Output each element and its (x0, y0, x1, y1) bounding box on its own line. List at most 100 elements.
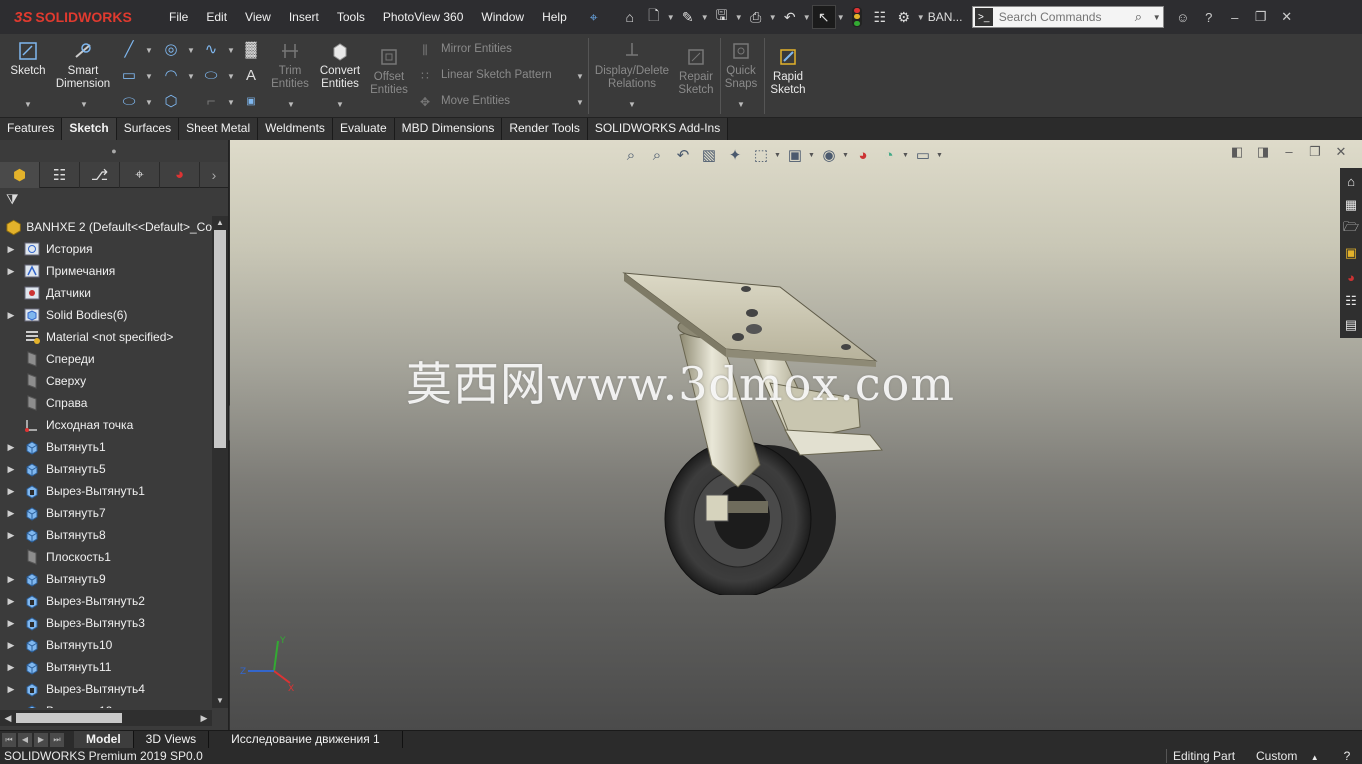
slot-icon[interactable]: ⬭ (118, 92, 140, 112)
menu-window[interactable]: Window (472, 0, 533, 34)
search-options-caret-icon[interactable]: ▼ (1153, 13, 1163, 22)
tree-item[interactable]: ▶ Вырез-Вытянуть3 (0, 612, 212, 634)
scroll-down-icon[interactable]: ▼ (212, 694, 228, 708)
new-caret-icon[interactable]: ▼ (666, 13, 676, 22)
tree-item[interactable]: ▶ Вытянуть7 (0, 502, 212, 524)
units-system-selector[interactable]: Custom ▲ (1242, 749, 1332, 763)
tree-item[interactable]: Плоскость1 (0, 546, 212, 568)
undo-caret-icon[interactable]: ▼ (802, 13, 812, 22)
caster-wheel-model[interactable] (620, 265, 910, 595)
hscroll-thumb[interactable] (16, 713, 122, 723)
menu-photoview[interactable]: PhotoView 360 (374, 0, 473, 34)
menu-file[interactable]: File (160, 0, 197, 34)
expand-arrow-icon[interactable]: ▶ (0, 684, 22, 695)
menu-insert[interactable]: Insert (280, 0, 328, 34)
zoom-to-area-icon[interactable]: ⌕ (644, 144, 670, 166)
hide-show-caret-icon[interactable]: ▼ (842, 152, 850, 159)
tree-vertical-scrollbar[interactable]: ▲ ▼ (212, 216, 228, 708)
tab-addins[interactable]: SOLIDWORKS Add-Ins (587, 118, 729, 140)
tree-item[interactable]: ▶ Вытянуть8 (0, 524, 212, 546)
tree-item[interactable]: Material <not specified> (0, 326, 212, 348)
custom-properties-icon[interactable]: ☷ (1341, 290, 1361, 312)
restore-icon[interactable]: ❐ (1248, 9, 1274, 25)
tab-render-tools[interactable]: Render Tools (502, 118, 588, 140)
ellipse-icon[interactable]: ⬭ (200, 66, 222, 86)
dimxpert-manager-tab-icon[interactable]: ⌖ (120, 161, 160, 188)
quick-snaps-button[interactable]: Quick Snaps (722, 40, 760, 91)
solidworks-logo[interactable]: 3S SOLIDWORKS (0, 0, 160, 34)
tree-item[interactable]: ▶ Вырез-Вытянуть2 (0, 590, 212, 612)
rectangle-icon[interactable]: ▭ (118, 66, 140, 86)
solidworks-resources-icon[interactable]: ⌂ (1341, 170, 1361, 192)
rebuild-icon[interactable] (851, 7, 862, 27)
expand-arrow-icon[interactable]: ▶ (0, 508, 22, 519)
expand-arrow-icon[interactable]: ▶ (0, 596, 22, 607)
tab-sheet-metal[interactable]: Sheet Metal (179, 118, 259, 140)
search-input[interactable] (992, 10, 1135, 24)
tree-item[interactable]: ▶ Вытянуть5 (0, 458, 212, 480)
display-style-caret-icon[interactable]: ▼ (808, 152, 816, 159)
tab-features[interactable]: Features (0, 118, 63, 140)
expand-arrow-icon[interactable]: ▶ (0, 442, 22, 453)
view-orientation-icon[interactable]: ⬚ (748, 144, 774, 166)
tab-3d-views[interactable]: 3D Views (134, 730, 210, 749)
display-manager-tab-icon[interactable]: ◕ (160, 161, 200, 188)
expand-arrow-icon[interactable]: ▶ (0, 618, 22, 629)
viewport-minimize-icon[interactable]: – (1276, 144, 1302, 160)
tree-item[interactable]: ▶ История (0, 238, 212, 260)
menu-tools[interactable]: Tools (328, 0, 374, 34)
move-caret-icon[interactable]: ▼ (576, 98, 584, 107)
select-arrow-icon[interactable]: ↖ (811, 5, 836, 29)
feature-manager-tab-icon[interactable]: ⬢ (0, 161, 40, 188)
tree-item[interactable]: Датчики (0, 282, 212, 304)
relations-caret-icon[interactable]: ▼ (628, 100, 636, 109)
arc-caret-icon[interactable]: ▼ (187, 72, 195, 81)
polygon-icon[interactable]: ⬡ (160, 92, 182, 112)
tile-right-icon[interactable]: ◨ (1250, 144, 1276, 160)
move-entities-button[interactable]: Move Entities (441, 95, 510, 107)
expand-arrow-icon[interactable]: ▶ (0, 706, 22, 709)
convert-entities-button[interactable]: Convert Entities (316, 40, 364, 91)
scroll-thumb[interactable] (214, 230, 226, 448)
tree-item[interactable]: ▶ Solid Bodies(6) (0, 304, 212, 326)
rapid-sketch-button[interactable]: Rapid Sketch (768, 46, 808, 97)
status-help-icon[interactable]: ? (1332, 749, 1362, 763)
configuration-manager-tab-icon[interactable]: ⎇ (80, 161, 120, 188)
print-icon[interactable]: ⎙ (744, 5, 768, 29)
tree-item[interactable]: Сверху (0, 370, 212, 392)
open-icon[interactable]: ✎ (676, 5, 700, 29)
close-icon[interactable]: ✕ (1274, 9, 1300, 25)
slot-caret-icon[interactable]: ▼ (145, 98, 153, 107)
expand-arrow-icon[interactable]: ▶ (0, 486, 22, 497)
first-tab-icon[interactable]: ⏮ (2, 732, 16, 747)
expand-arrow-icon[interactable]: ▶ (0, 574, 22, 585)
trim-entities-button[interactable]: Trim Entities (270, 40, 310, 91)
tree-item[interactable]: ▶ Вытянуть11 (0, 656, 212, 678)
view-palette-icon[interactable]: ▣ (1341, 242, 1361, 264)
point-icon[interactable]: ▣ (240, 92, 262, 112)
viewport-close-icon[interactable]: ✕ (1328, 144, 1354, 160)
tab-model[interactable]: Model (74, 730, 134, 749)
smart-dimension-caret-icon[interactable]: ▼ (80, 100, 88, 109)
more-tabs-icon[interactable]: › (200, 167, 228, 183)
tree-item[interactable]: Исходная точка (0, 414, 212, 436)
tab-evaluate[interactable]: Evaluate (332, 118, 395, 140)
expand-arrow-icon[interactable]: ▶ (0, 530, 22, 541)
tree-item[interactable]: ▶ Вытянуть10 (0, 634, 212, 656)
expand-arrow-icon[interactable]: ▶ (0, 266, 22, 277)
tree-item[interactable]: Справа (0, 392, 212, 414)
ellipse-caret-icon[interactable]: ▼ (227, 72, 235, 81)
scroll-right-icon[interactable]: ▶ (196, 710, 212, 726)
open-caret-icon[interactable]: ▼ (700, 13, 710, 22)
display-delete-relations-button[interactable]: Display/Delete Relations (594, 40, 670, 91)
zoom-to-fit-icon[interactable]: ⌕ (618, 144, 644, 166)
convert-caret-icon[interactable]: ▼ (336, 100, 344, 109)
spline-icon[interactable]: ∿ (200, 40, 222, 60)
solidworks-forum-icon[interactable]: ▤ (1341, 314, 1361, 336)
tree-item[interactable]: ▶ Вытянуть9 (0, 568, 212, 590)
edit-appearance-icon[interactable]: ◕ (850, 144, 876, 166)
tab-motion-study[interactable]: Исследование движения 1 (209, 730, 403, 749)
menu-help[interactable]: Help (533, 0, 576, 34)
scroll-up-icon[interactable]: ▲ (212, 216, 228, 230)
tree-item[interactable]: ▶ Вырез-Вытянуть4 (0, 678, 212, 700)
